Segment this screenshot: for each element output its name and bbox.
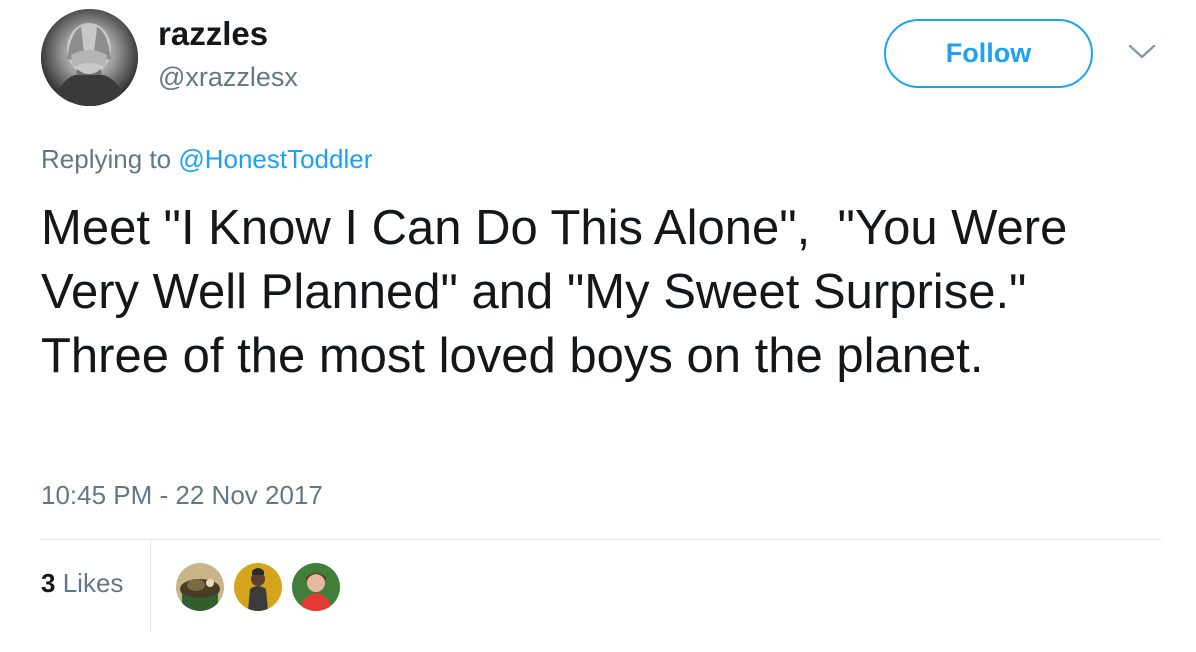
reply-mention-link[interactable]: @HonestToddler — [178, 144, 372, 174]
weeping-angel-avatar-icon — [41, 9, 138, 106]
replying-to: Replying to @HonestToddler — [41, 142, 372, 176]
tweet-card: razzles @xrazzlesx Follow Replying to @H… — [0, 0, 1196, 652]
display-name[interactable]: razzles — [158, 14, 268, 54]
liker-avatar[interactable] — [292, 563, 340, 611]
follow-button[interactable]: Follow — [884, 19, 1093, 88]
user-handle[interactable]: @xrazzlesx — [158, 60, 298, 94]
likes-label: Likes — [62, 568, 124, 598]
liker-avatar-2-icon — [234, 563, 282, 611]
divider — [41, 539, 1161, 540]
tweet-menu-button[interactable] — [1127, 42, 1157, 62]
tweet-text: Meet "I Know I Can Do This Alone", "You … — [41, 201, 1081, 383]
liker-avatar-1-icon — [176, 563, 224, 611]
tweet-timestamp[interactable]: 10:45 PM - 22 Nov 2017 — [41, 478, 323, 512]
likes-count: 3 — [41, 568, 56, 598]
liker-avatar[interactable] — [176, 563, 224, 611]
user-avatar[interactable] — [41, 9, 138, 106]
likes-stat[interactable]: 3 Likes — [41, 566, 123, 600]
liker-avatar[interactable] — [234, 563, 282, 611]
stats-divider — [150, 540, 151, 632]
replying-to-prefix: Replying to — [41, 144, 172, 174]
chevron-down-icon — [1128, 44, 1156, 59]
liker-avatar-3-icon — [292, 563, 340, 611]
